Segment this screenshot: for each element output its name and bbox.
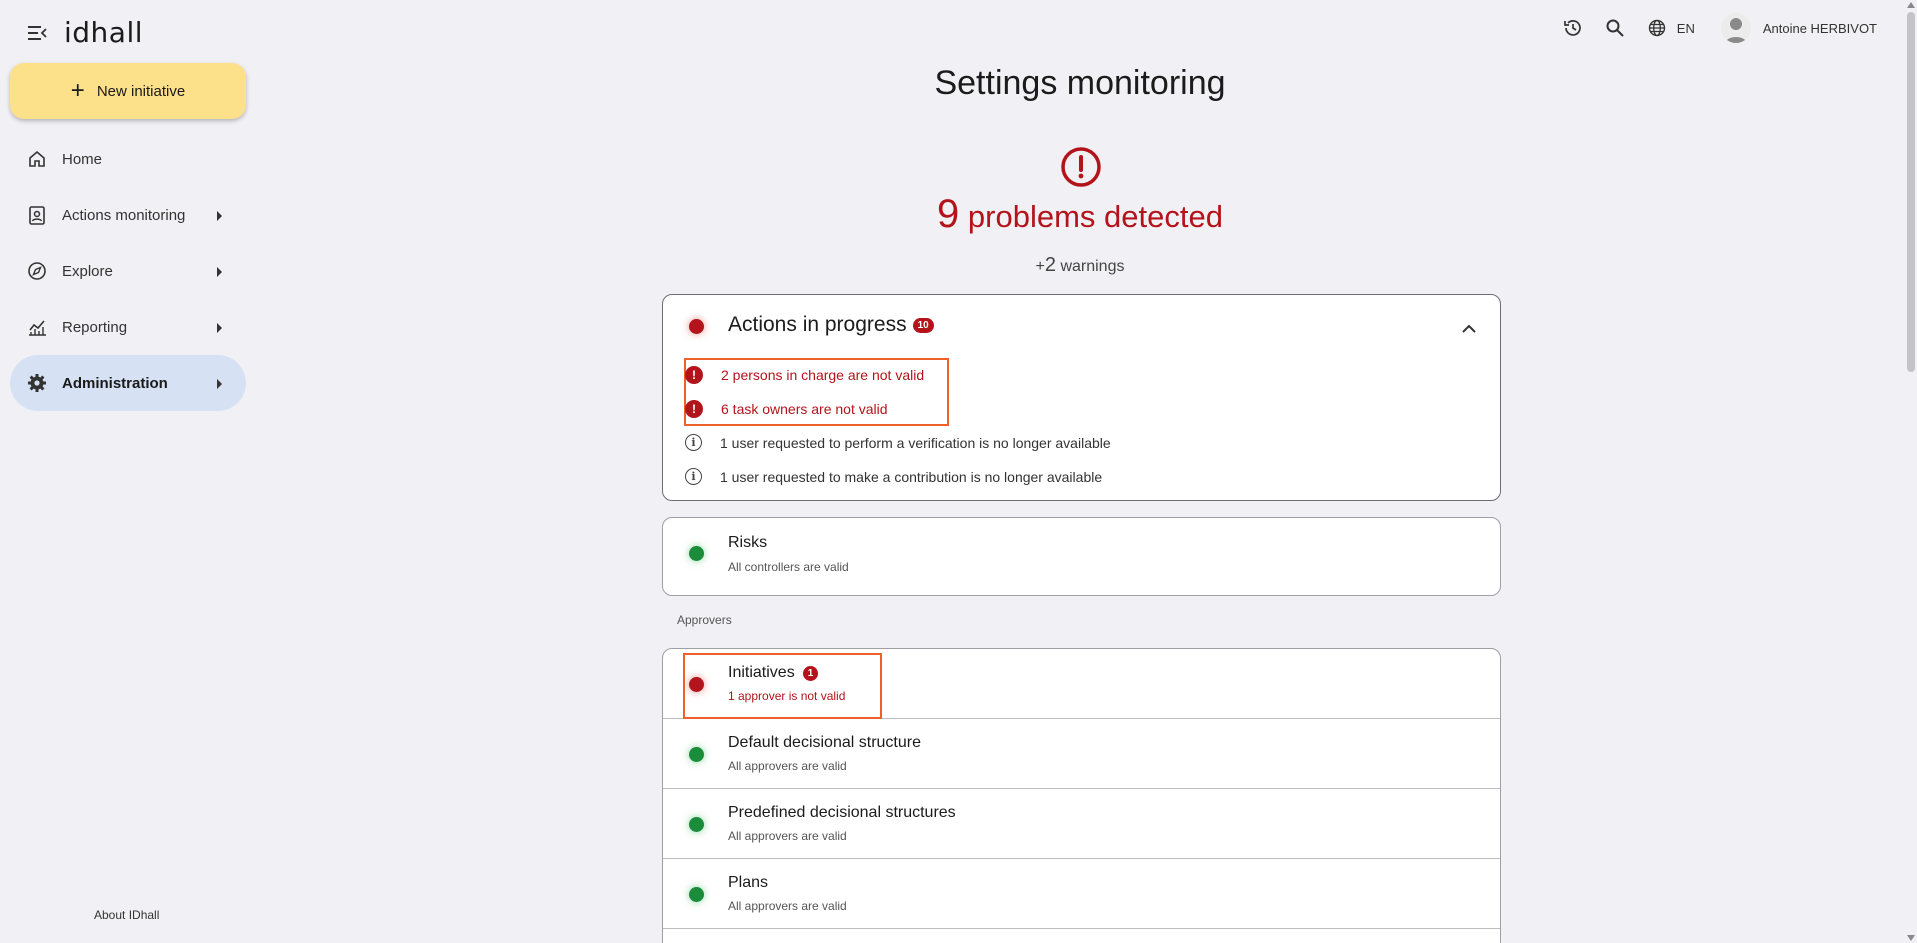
about-link[interactable]: About IDhall [94,908,159,922]
status-dot-ok [689,887,704,902]
warnings-summary: +2 warnings [0,254,1917,277]
issue-item[interactable]: ! 6 task owners are not valid [685,400,888,418]
row-subtitle: All approvers are valid [728,899,847,913]
sidebar-item-reporting[interactable]: Reporting [10,299,246,355]
gear-icon [26,372,48,394]
language-selector[interactable]: EN [1645,16,1695,40]
sidebar-item-label: Administration [62,374,168,392]
approver-row-predefined-decisional-structures[interactable]: Predefined decisional structures All app… [663,789,1500,859]
info-icon: i [685,434,702,451]
user-menu[interactable]: Antoine HERBIVOT [1720,13,1877,43]
warnings-label: warnings [1060,258,1125,275]
issue-item[interactable]: ! 2 persons in charge are not valid [685,366,924,384]
risks-card[interactable]: Risks All controllers are valid [662,517,1501,596]
actions-card-title[interactable]: Actions in progress 10 [728,313,934,337]
history-icon[interactable] [1561,16,1585,40]
status-dot-ok [689,747,704,762]
logo-row: idhall [26,16,143,49]
approvers-list: Initiatives 1 1 approver is not valid De… [662,648,1501,943]
approver-row-initiatives[interactable]: Initiatives 1 1 approver is not valid [663,649,1500,719]
status-dot-ok [689,546,704,561]
row-title: Plans [728,874,769,891]
avatar [1720,13,1751,43]
info-icon: i [685,468,702,485]
issue-text: 1 user requested to make a contribution … [720,468,1103,485]
menu-collapse-icon[interactable] [26,22,48,44]
error-icon: ! [685,400,703,418]
risks-subtitle: All controllers are valid [728,560,849,574]
warnings-count: 2 [1044,254,1056,276]
sidebar: idhall + New initiative Home Actions mon… [0,0,255,943]
actions-in-progress-card: Actions in progress 10 ! 2 persons in ch… [662,294,1501,501]
issue-text: 6 task owners are not valid [721,401,888,417]
scroll-up-arrow-icon[interactable] [1907,2,1915,8]
chevron-up-icon[interactable] [1462,321,1476,339]
approvers-section-label: Approvers [677,613,732,627]
approver-row-plans[interactable]: Plans All approvers are valid [663,859,1500,929]
sidebar-item-home[interactable]: Home [10,131,246,187]
actions-card-title-text: Actions in progress [728,313,907,336]
sidebar-item-administration[interactable]: Administration [10,355,246,411]
issue-item[interactable]: i 1 user requested to make a contributio… [685,468,1102,485]
header-toolbar: EN Antoine HERBIVOT [1561,13,1877,43]
caret-right-icon [217,323,222,333]
app-logo[interactable]: idhall [64,16,143,49]
user-name: Antoine HERBIVOT [1762,20,1877,36]
row-title: Default decisional structure [728,734,921,751]
home-icon [26,148,48,170]
issue-item[interactable]: i 1 user requested to perform a verifica… [685,434,1111,451]
globe-icon [1645,16,1669,40]
sidebar-item-label: Home [62,150,103,168]
error-icon: ! [685,366,703,384]
sidebar-item-label: Reporting [62,318,128,336]
warnings-prefix: + [1035,258,1045,275]
issue-text: 2 persons in charge are not valid [721,367,925,383]
count-badge: 10 [912,317,934,333]
risks-title: Risks [728,534,768,551]
alert-circle-icon [1060,146,1102,193]
row-subtitle: All approvers are valid [728,829,847,843]
highlight-box [683,653,882,719]
status-dot-ok [689,817,704,832]
problems-count: 9 [937,192,960,236]
chart-icon [26,316,48,338]
problems-summary: 9 problems detected [0,192,1917,237]
language-label: EN [1676,20,1695,36]
approver-row-default-decisional-structure[interactable]: Default decisional structure All approve… [663,719,1500,789]
scroll-down-arrow-icon[interactable] [1907,935,1915,941]
caret-right-icon [217,379,222,389]
page-scrollbar[interactable] [1905,0,1917,943]
issue-text: 1 user requested to perform a verificati… [720,434,1111,451]
search-icon[interactable] [1603,16,1627,40]
row-subtitle: All approvers are valid [728,759,847,773]
row-title: Predefined decisional structures [728,804,956,821]
page-title: Settings monitoring [934,64,1226,102]
status-dot-error [689,319,704,334]
problems-label: problems detected [967,199,1223,234]
scroll-thumb[interactable] [1907,12,1915,372]
